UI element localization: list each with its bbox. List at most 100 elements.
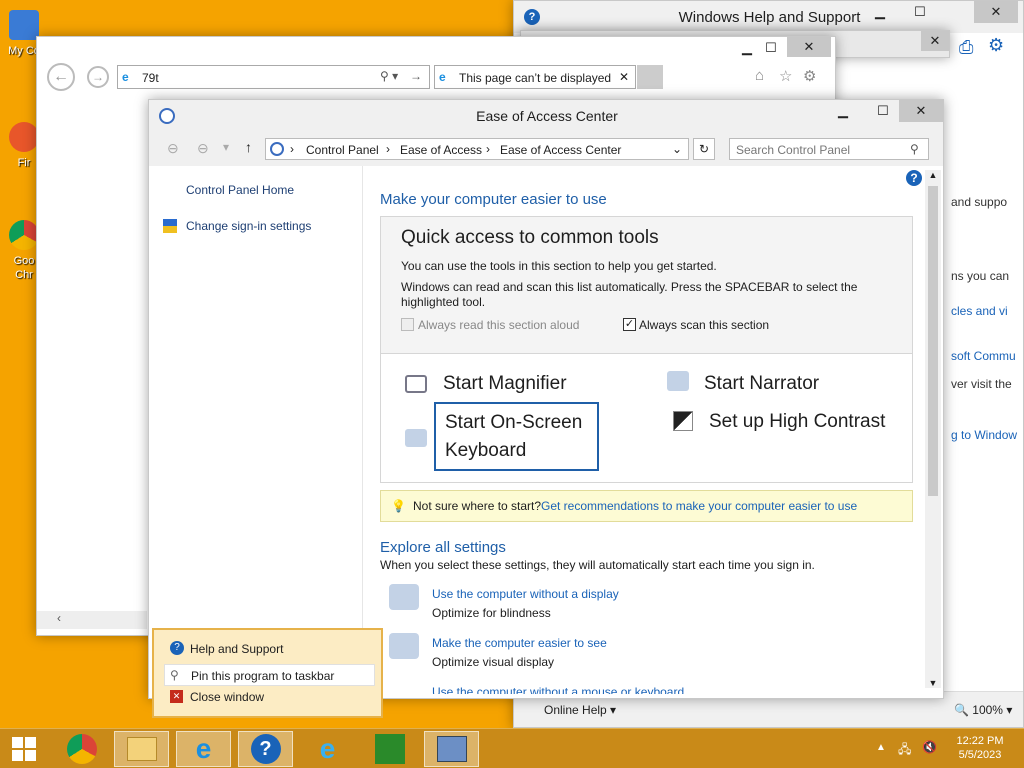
minimize-button[interactable]: ▁: [823, 100, 863, 122]
jumplist-item[interactable]: ✕ Close window: [164, 686, 375, 706]
recent-pages-icon[interactable]: ▾: [223, 140, 229, 154]
scan-checkbox[interactable]: ✓: [623, 318, 636, 331]
forward-button[interactable]: →: [87, 66, 109, 88]
close-button[interactable]: ✕: [787, 37, 831, 57]
control-panel-home-link[interactable]: Control Panel Home: [186, 183, 294, 197]
clock[interactable]: 12:22 PM 5/5/2023: [952, 734, 1008, 762]
ie-icon: e: [195, 733, 212, 764]
clock-date: 5/5/2023: [958, 749, 1002, 761]
start-magnifier[interactable]: Start Magnifier: [443, 373, 567, 395]
taskbar-file-explorer[interactable]: [114, 731, 169, 767]
print-icon[interactable]: ⎙: [959, 37, 973, 58]
breadcrumb-item[interactable]: Ease of Access Center: [500, 143, 621, 157]
breadcrumb-item[interactable]: Ease of Access: [400, 143, 482, 157]
chevron-down-icon[interactable]: ⌄: [672, 142, 682, 156]
folder-icon: [126, 737, 157, 761]
minimize-button[interactable]: ▁: [860, 1, 900, 23]
taskbar-games[interactable]: [362, 731, 417, 767]
narrator-icon: [667, 371, 689, 391]
taskbar-chrome[interactable]: [54, 731, 109, 767]
scroll-thumb[interactable]: [928, 186, 938, 496]
hint-prefix: Not sure where to start?: [413, 499, 542, 513]
osk-label-line2: Keyboard: [445, 440, 527, 461]
read-aloud-checkbox[interactable]: [401, 318, 414, 331]
online-help-menu[interactable]: Online Help ▾: [544, 703, 616, 717]
scroll-down-icon[interactable]: ▼: [925, 678, 941, 688]
start-button[interactable]: [0, 731, 48, 767]
help-side-link[interactable]: cles and vi: [951, 304, 1008, 318]
refresh-button[interactable]: ↻: [693, 138, 715, 160]
breadcrumb-item[interactable]: Control Panel: [306, 143, 379, 157]
start-narrator[interactable]: Start Narrator: [704, 373, 819, 395]
firefox-icon: [9, 122, 39, 152]
close-button[interactable]: ✕: [899, 100, 943, 122]
network-icon[interactable]: 🖧: [898, 740, 911, 761]
start-osk-button[interactable]: Start On-Screen Keyboard: [434, 402, 599, 471]
tab-title: This page can’t be displayed: [459, 71, 612, 85]
setup-high-contrast[interactable]: Set up High Contrast: [709, 411, 885, 433]
control-panel-icon: [270, 142, 284, 156]
horizontal-scrollbar[interactable]: ‹: [37, 611, 147, 629]
forward-button[interactable]: ⊖: [197, 140, 209, 157]
gear-icon[interactable]: ⚙: [988, 35, 1004, 56]
search-icon[interactable]: ⚲: [910, 142, 919, 156]
explore-link[interactable]: Use the computer without a mouse or keyb…: [432, 685, 684, 694]
help-icon[interactable]: ?: [906, 170, 922, 186]
back-button[interactable]: ⊖: [167, 140, 179, 157]
explore-link[interactable]: Use the computer without a display: [432, 587, 619, 601]
keyboard-icon: [405, 429, 427, 447]
scroll-up-icon[interactable]: ▲: [925, 170, 941, 186]
ie-tab[interactable]: e This page can’t be displayed ✕: [434, 65, 636, 89]
lightbulb-icon: 💡: [391, 499, 406, 513]
help-icon: ?: [250, 734, 281, 764]
close-button[interactable]: ✕: [921, 31, 949, 51]
jumplist-item[interactable]: ? Help and Support: [164, 638, 375, 658]
taskbar-ie-2[interactable]: e: [300, 731, 355, 767]
back-button[interactable]: ←: [47, 63, 75, 91]
close-button[interactable]: ✕: [974, 1, 1018, 23]
ie-icon: e: [122, 70, 129, 84]
sidebar: Control Panel Home Change sign-in settin…: [149, 166, 363, 698]
search-input[interactable]: Search Control Panel ⚲: [729, 138, 929, 160]
volume-muted-icon[interactable]: 🔇: [922, 740, 937, 754]
help-side-link[interactable]: soft Commu: [951, 349, 1016, 363]
recommendations-link[interactable]: Get recommendations to make your compute…: [541, 499, 857, 513]
monitor-icon: [389, 633, 419, 659]
up-button[interactable]: ↑: [245, 139, 252, 155]
taskbar-help[interactable]: ?: [238, 731, 293, 767]
go-icon[interactable]: →: [410, 69, 422, 83]
maximize-button[interactable]: ☐: [751, 37, 791, 59]
jumplist-label: Close window: [190, 690, 265, 704]
breadcrumb[interactable]: › Control Panel › Ease of Access › Ease …: [265, 138, 689, 160]
vertical-scrollbar[interactable]: ▲ ▼: [925, 170, 941, 688]
help-side-link[interactable]: g to Window: [951, 428, 1017, 442]
help-side-text: and suppo: [951, 195, 1008, 209]
show-hidden-icons[interactable]: ▲: [876, 742, 886, 753]
zoom-control[interactable]: 🔍 100% ▾: [954, 703, 1012, 717]
taskbar-ie-1[interactable]: e: [176, 731, 231, 767]
search-icon[interactable]: ⚲ ▾: [380, 69, 398, 83]
explore-link[interactable]: Make the computer easier to see: [432, 636, 607, 650]
tab-close-icon[interactable]: ✕: [619, 70, 629, 84]
ie-icon: e: [319, 733, 336, 764]
quick-access-desc: You can use the tools in this section to…: [401, 259, 717, 273]
explore-subtext: Optimize for blindness: [432, 606, 551, 620]
taskbar: e ? e ▲ 🖧 🔇 12:22 PM 5/5/2023: [0, 728, 1024, 768]
new-tab-button[interactable]: [637, 65, 663, 89]
star-icon[interactable]: ☆: [779, 67, 792, 85]
maximize-button[interactable]: ☐: [900, 1, 940, 23]
quick-access-header: Quick access to common tools You can use…: [381, 217, 912, 354]
quick-access-panel: Quick access to common tools You can use…: [380, 216, 913, 483]
address-bar[interactable]: e 79t ⚲ ▾ →: [117, 65, 430, 89]
scroll-left-icon[interactable]: ‹: [57, 611, 61, 625]
maximize-button[interactable]: ☐: [863, 100, 903, 122]
jumplist-item[interactable]: ⚲ Pin this program to taskbar: [164, 664, 375, 686]
chrome-icon: [66, 734, 97, 764]
high-contrast-icon: [673, 411, 693, 431]
gear-icon[interactable]: ⚙: [803, 67, 816, 85]
help-side-text: ns you can: [951, 269, 1010, 283]
zoom-value: 100%: [972, 703, 1003, 717]
change-signin-link[interactable]: Change sign-in settings: [186, 219, 311, 233]
home-icon[interactable]: ⌂: [755, 67, 764, 84]
taskbar-control-panel[interactable]: [424, 731, 479, 767]
